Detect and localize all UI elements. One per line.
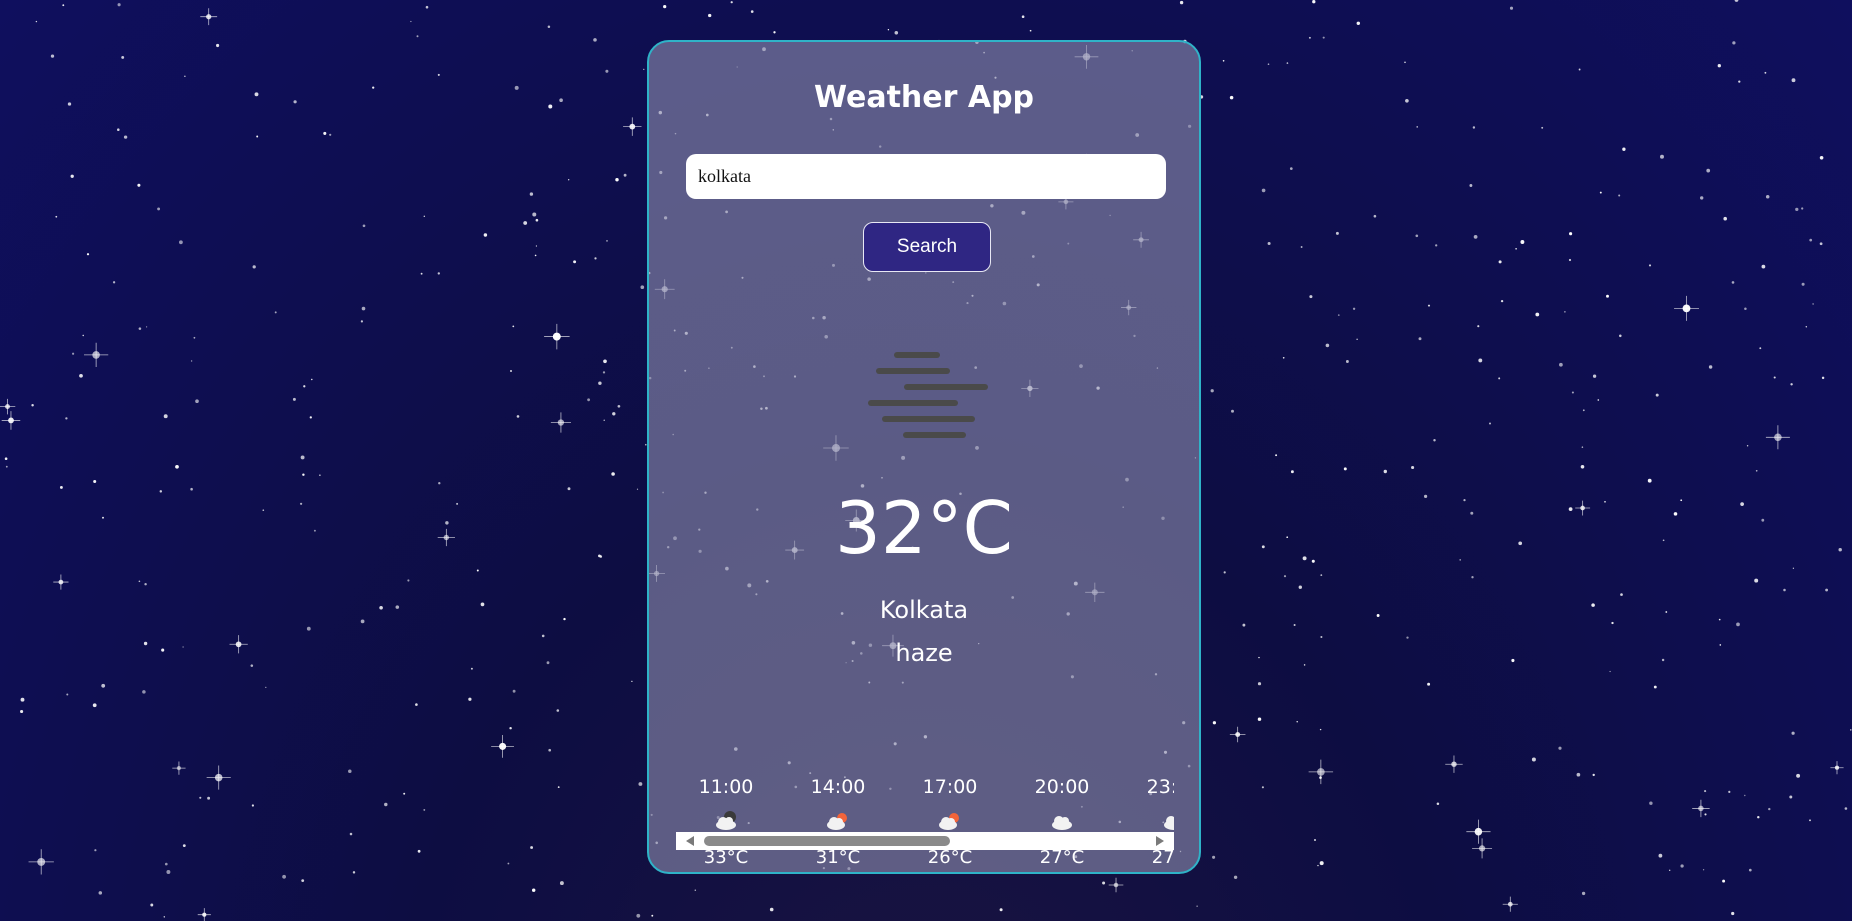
forecast-time: 20:00 [1034, 776, 1090, 798]
forecast-time: 23:00 [1146, 776, 1174, 798]
forecast-time: 17:00 [922, 776, 978, 798]
current-temperature: 32°C [835, 486, 1013, 570]
forecast-temp: 33°C [703, 847, 749, 868]
forecast-item: 23:00 27°C [1124, 730, 1174, 868]
haze-icon [868, 352, 988, 438]
forecast-temp: 27°C [1151, 847, 1174, 868]
forecast-track: 11:00 33°C 14:00 31°C 17:00 26°C 20:00 2… [676, 730, 1174, 868]
cloud-icon [1052, 816, 1072, 830]
cloud-icon [1164, 816, 1174, 830]
scroll-left-icon[interactable] [686, 836, 694, 846]
forecast-item: 14:00 31°C [788, 730, 888, 868]
forecast-temp: 31°C [815, 847, 861, 868]
scroll-right-icon[interactable] [1156, 836, 1164, 846]
city-name: Kolkata [879, 596, 969, 624]
forecast-temp: 26°C [927, 847, 973, 868]
forecast-scrollbar[interactable] [676, 832, 1174, 850]
weather-description: haze [895, 639, 953, 667]
weather-card: Weather App Search 32°C Kolkata haze 11:… [647, 40, 1201, 874]
scroll-thumb[interactable] [704, 836, 950, 846]
cloud-sun-icon [827, 813, 847, 830]
forecast-item: 17:00 26°C [900, 730, 1000, 868]
forecast-item: 11:00 33°C [676, 730, 776, 868]
city-search-input[interactable] [686, 154, 1166, 199]
cloud-moon-icon [716, 811, 736, 830]
forecast-item: 20:00 27°C [1012, 730, 1112, 868]
forecast-temp: 27°C [1039, 847, 1085, 868]
app-title: Weather App [813, 80, 1035, 115]
search-button[interactable]: Search [863, 222, 991, 272]
forecast-time: 14:00 [810, 776, 866, 798]
forecast-time: 11:00 [698, 776, 754, 798]
cloud-sun-icon [939, 813, 959, 830]
